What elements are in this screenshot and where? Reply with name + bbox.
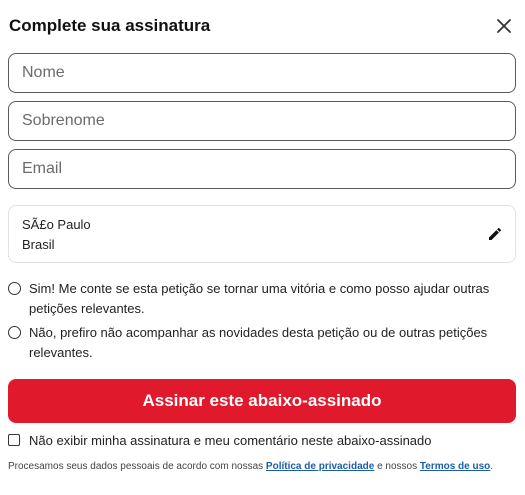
hide-signature-label: Não exibir minha assinatura e meu coment…: [29, 433, 432, 448]
close-icon: [497, 19, 511, 33]
consent-yes-label: Sim! Me conte se esta petição se tornar …: [29, 281, 490, 316]
edit-location-button[interactable]: [487, 226, 503, 242]
dialog-title: Complete sua assinatura: [9, 16, 211, 35]
consent-yes-radio[interactable]: [8, 282, 21, 295]
email-input[interactable]: [9, 150, 515, 188]
close-button[interactable]: [494, 16, 514, 36]
location-card: SÃ£o Paulo Brasil: [8, 205, 516, 263]
first-name-field[interactable]: [8, 53, 516, 93]
privacy-suffix: .: [490, 461, 494, 472]
privacy-prefix: Procesamos seus dados pessoais de acordo…: [8, 461, 264, 472]
last-name-field[interactable]: [8, 101, 516, 141]
terms-of-use-link[interactable]: Termos de uso: [420, 461, 490, 472]
email-field[interactable]: [8, 149, 516, 189]
location-country: Brasil: [22, 237, 55, 252]
pencil-icon: [489, 227, 502, 240]
last-name-input[interactable]: [9, 102, 515, 140]
hide-signature-checkbox[interactable]: [8, 434, 20, 446]
sign-petition-button[interactable]: Assinar este abaixo-assinado: [8, 379, 516, 423]
privacy-policy-link[interactable]: Política de privacidade: [266, 461, 374, 472]
location-city: SÃ£o Paulo: [22, 217, 91, 232]
consent-no-radio[interactable]: [8, 326, 21, 339]
consent-no-label: Não, prefiro não acompanhar as novidades…: [29, 325, 488, 360]
first-name-input[interactable]: [9, 54, 515, 92]
privacy-middle: e nossos: [377, 461, 418, 472]
hide-signature-option[interactable]: Não exibir minha assinatura e meu coment…: [8, 432, 516, 450]
privacy-notice: Procesamos seus dados pessoais de acordo…: [8, 460, 518, 474]
